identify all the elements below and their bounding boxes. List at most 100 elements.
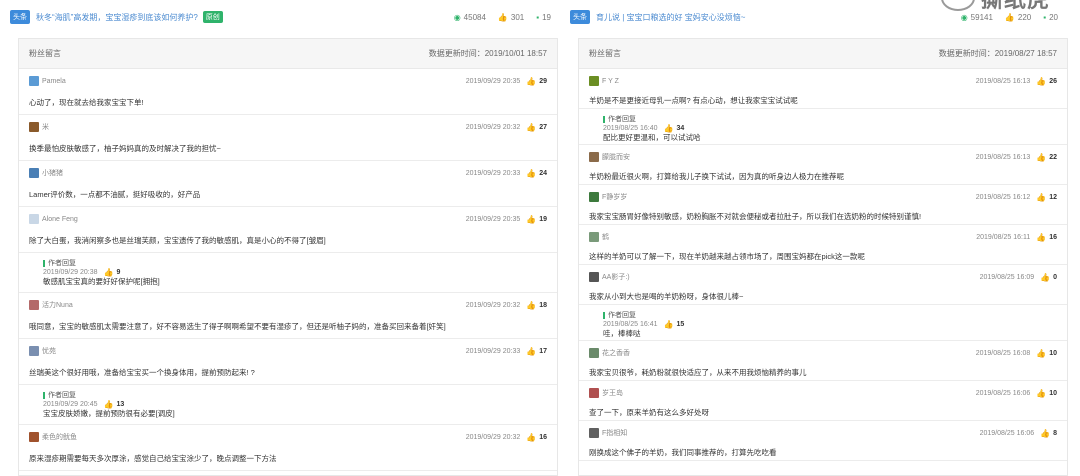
- likes-stat: 👍 301: [497, 12, 525, 22]
- comment-text: 查了一下，原来羊奶有这么多好处呀: [589, 408, 709, 417]
- thumb-up-icon: 👍: [1036, 232, 1047, 242]
- update-time: 数据更新时间：2019/08/27 18:57: [938, 49, 1057, 58]
- comment-time: 2019/09/29 20:35: [465, 215, 521, 223]
- comment-user: 米: [29, 122, 49, 132]
- comment-user: 忧苑: [29, 346, 56, 356]
- like-count[interactable]: 👍 27: [526, 123, 547, 132]
- comment-meta: 2019/09/29 20:35 👍 29: [466, 77, 547, 86]
- comment-meta: 2019/08/25 16:13 👍 22: [976, 153, 1057, 162]
- username: AA影子:): [602, 274, 630, 281]
- comment-header: 米 2019/09/29 20:32 👍 27: [29, 120, 547, 134]
- comments-stat: ▪ 19: [536, 12, 551, 22]
- comment-time: 2019/08/25 16:11: [976, 233, 1031, 241]
- thumb-up-icon: 👍: [1036, 192, 1047, 202]
- thumb-up-icon: 👍: [1036, 152, 1047, 162]
- avatar: [589, 152, 599, 162]
- reply-label: 作者回复: [603, 310, 1057, 320]
- panel-header: 粉丝留言 数据更新时间：2019/08/27 18:57: [579, 39, 1067, 69]
- comment-meta: 2019/09/29 20:33 👍 24: [466, 169, 547, 178]
- like-count[interactable]: 👍 15: [664, 320, 685, 329]
- comment-item: 岁王岛 2019/08/25 16:06 👍 10 查了一下，原来羊奶有这么多好处呀: [579, 381, 1067, 421]
- like-count[interactable]: 👍 0: [1040, 273, 1057, 282]
- like-count[interactable]: 👍 17: [526, 347, 547, 356]
- comment-time: 2019/08/25 16:08: [975, 349, 1031, 357]
- comment-time: 2019/08/25 16:06: [975, 389, 1031, 397]
- comment-item: 朦胧而安 2019/08/25 16:13 👍 22 羊奶粉最近很火啊，打算给我儿子换下…: [579, 145, 1067, 185]
- avatar: [589, 76, 599, 86]
- like-number: 16: [1049, 233, 1057, 241]
- views-stat: ◉ 45084: [453, 12, 486, 22]
- reply-text: 哇，棒棒哒: [603, 329, 641, 338]
- comment-user: 岁王岛: [589, 388, 623, 398]
- like-count[interactable]: 👍 19: [526, 215, 547, 224]
- comment-user: 小猪猪: [29, 168, 63, 178]
- comment-time: 2019/09/29 20:35: [465, 77, 521, 85]
- username: 鹤: [602, 234, 609, 241]
- article-title[interactable]: 秋冬“海肌”高发期，宝宝湿疹到底该如何养护?: [36, 12, 198, 23]
- author-reply: 作者回复 2019/08/25 16:40 👍 34 配比更好更温和，可以试试哈: [579, 109, 1067, 145]
- thumb-up-icon: 👍: [1040, 428, 1051, 438]
- left-article-column: 头条 秋冬“海肌”高发期，宝宝湿疹到底该如何养护? 原创 ◉ 45084 👍 301…: [10, 0, 565, 476]
- thumb-up-icon: 👍: [1036, 76, 1047, 86]
- username: 岁王岛: [602, 390, 623, 397]
- like-number: 13: [116, 401, 125, 408]
- article-title[interactable]: 育儿说 | 宝宝口粮选的好 宝妈安心没烦恼~: [596, 12, 745, 23]
- username: 米: [42, 124, 49, 131]
- like-count[interactable]: 👍 10: [1036, 389, 1057, 398]
- avatar: [29, 168, 39, 178]
- comment-header: AA影子:) 2019/08/25 16:09 👍 0: [589, 270, 1057, 284]
- headline-tag: 头条: [570, 10, 590, 24]
- like-count[interactable]: 👍 26: [1036, 77, 1057, 86]
- like-number: 9: [116, 269, 121, 276]
- comment-text: 羊奶是不是更接近母乳一点啊? 有点心动，想让我家宝宝试试呢: [589, 96, 798, 105]
- comment-icon: ▪: [536, 12, 540, 22]
- reply-label: 作者回复: [603, 114, 1057, 124]
- comment-meta: 2019/09/29 20:33 👍 17: [466, 347, 547, 356]
- article-stats: ◉ 45084 👍 301 ▪ 19: [454, 0, 551, 34]
- comment-time: 2019/08/25 16:13: [975, 77, 1031, 85]
- like-number: 24: [539, 169, 547, 177]
- reply-label-text: 作者回复: [608, 312, 636, 319]
- comment-time: 2019/09/29 20:33: [465, 347, 521, 355]
- comment-text: 我家宝宝肠胃好像特别敏感，奶粉胸胀不对就会便秘或者拉肚子，所以我们在选奶粉的时候…: [589, 212, 922, 221]
- thumb-up-icon: 👍: [1040, 272, 1051, 282]
- comment-header: 朦胧而安 2019/08/25 16:13 👍 22: [589, 150, 1057, 164]
- thumb-up-icon: 👍: [1036, 388, 1047, 398]
- like-count[interactable]: 👍 18: [526, 301, 547, 310]
- like-number: 26: [1049, 77, 1057, 85]
- comment-header: 岁王岛 2019/08/25 16:06 👍 10: [589, 386, 1057, 400]
- like-count[interactable]: 👍 16: [1036, 233, 1057, 242]
- author-reply: 作者回复 2019/09/29 20:45 👍 13 宝宝皮肤娇嫩，提前预防很有必要[调…: [19, 385, 557, 425]
- reply-time: 2019/08/25 16:40: [603, 125, 658, 132]
- like-count[interactable]: 👍 10: [1036, 349, 1057, 358]
- comment-header: F静岁岁 2019/08/25 16:12 👍 12: [589, 190, 1057, 204]
- like-count[interactable]: 👍 29: [526, 77, 547, 86]
- comment-text: 我家从小到大也是喝的羊奶粉呀，身体很儿棒~: [589, 292, 744, 301]
- like-count[interactable]: 👍 22: [1036, 153, 1057, 162]
- thumb-up-icon: 👍: [526, 76, 537, 86]
- update-time: 数据更新时间：2019/10/01 18:57: [428, 49, 547, 58]
- comment-header: 小猪猪 2019/09/29 20:33 👍 24: [29, 166, 547, 180]
- reply-text: 敏感肌宝宝真的要好好保护呢[拥抱]: [43, 277, 160, 286]
- comment-meta: 2019/08/25 16:12 👍 12: [976, 193, 1057, 202]
- comment-user: 花之香香: [589, 348, 630, 358]
- reply-label-text: 作者回复: [608, 116, 636, 123]
- comment-meta: 2019/08/25 16:06 👍 10: [976, 389, 1057, 398]
- watermark-text: 撕纸虎: [981, 0, 1050, 14]
- comment-user: F Y Z: [589, 76, 619, 86]
- like-count[interactable]: 👍 16: [526, 433, 547, 442]
- author-reply: 作者回复 2019/09/29 20:38 👍 9 敏感肌宝宝真的要好好保护呢[拥抱]: [19, 253, 557, 293]
- reply-header: 作者回复 2019/09/29 20:45 👍 13: [43, 390, 547, 409]
- avatar: [29, 214, 39, 224]
- like-number: 18: [539, 301, 547, 309]
- like-number: 0: [1053, 273, 1057, 281]
- reply-marker: [43, 391, 45, 399]
- comment-time: 2019/09/29 20:32: [465, 301, 521, 309]
- like-count[interactable]: 👍 24: [526, 169, 547, 178]
- like-number: 15: [676, 321, 685, 328]
- reply-header: 作者回复 2019/09/29 20:38 👍 9: [43, 258, 547, 277]
- like-count[interactable]: 👍 12: [1036, 193, 1057, 202]
- reply-header: 作者回复 2019/08/25 16:41 👍 15: [603, 310, 1057, 329]
- panel-title: 粉丝留言: [589, 49, 621, 58]
- like-count[interactable]: 👍 8: [1040, 429, 1057, 438]
